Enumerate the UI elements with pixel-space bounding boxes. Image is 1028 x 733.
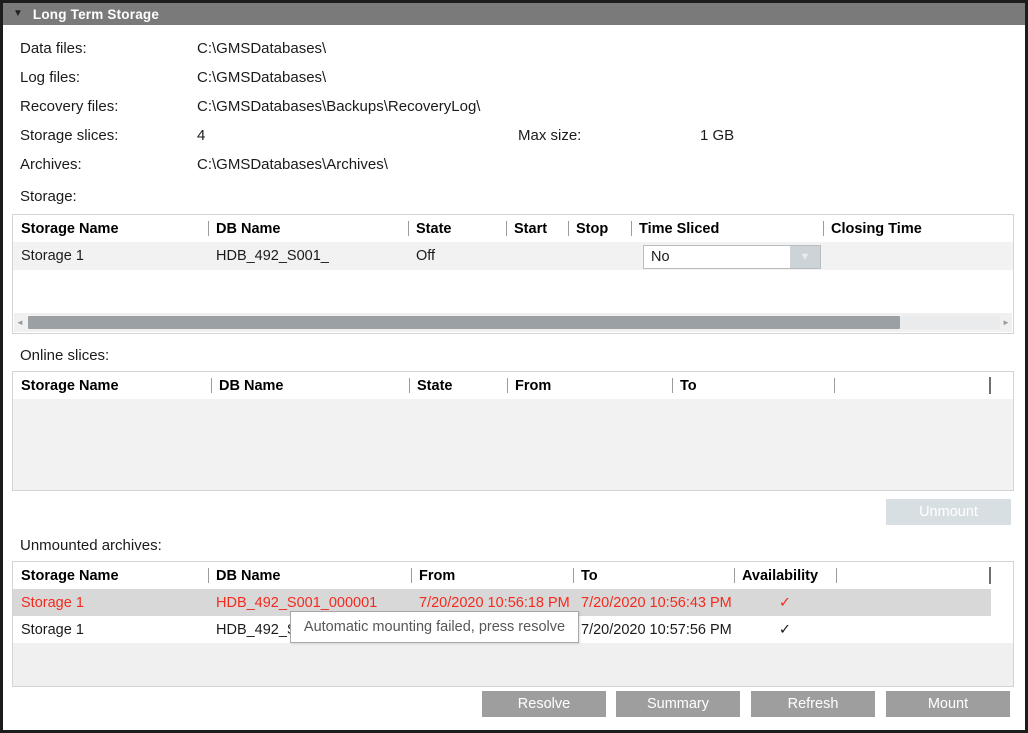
resolve-button[interactable]: Resolve xyxy=(482,691,606,717)
storage-table: Storage Name DB Name State Start Stop Ti… xyxy=(12,214,1014,334)
col-header-db-name[interactable]: DB Name xyxy=(208,215,408,242)
time-sliced-selected-value: No xyxy=(644,246,790,268)
cell-db-name: HDB_492_S001_000001 xyxy=(208,595,411,611)
cell-storage-name: Storage 1 xyxy=(13,622,208,638)
unmounted-archives-label: Unmounted archives: xyxy=(20,537,162,554)
cell-db-name: HDB_492_S001_ xyxy=(208,248,408,264)
mount-button[interactable]: Mount xyxy=(886,691,1010,717)
scroll-right-icon[interactable]: ► xyxy=(1000,319,1012,327)
data-files-label: Data files: xyxy=(20,40,87,57)
col-header-db-name[interactable]: DB Name xyxy=(208,562,411,589)
archives-label: Archives: xyxy=(20,156,82,173)
archives-value: C:\GMSDatabases\Archives\ xyxy=(197,156,388,173)
col-header-storage-name[interactable]: Storage Name xyxy=(13,562,208,589)
horizontal-scrollbar[interactable]: ◄ ► xyxy=(14,313,1012,332)
cell-storage-name: Storage 1 xyxy=(13,595,208,611)
cell-from: 7/20/2020 10:56:18 PM xyxy=(411,595,573,611)
col-header-from[interactable]: From xyxy=(507,372,672,399)
col-header-extra[interactable] xyxy=(834,372,991,399)
col-header-state[interactable]: State xyxy=(409,372,507,399)
availability-check-icon: ✓ xyxy=(734,622,836,638)
data-files-value: C:\GMSDatabases\ xyxy=(197,40,326,57)
online-table-header: Storage Name DB Name State From To xyxy=(13,372,1013,399)
panel-title: Long Term Storage xyxy=(33,7,159,22)
scrollbar-track[interactable] xyxy=(900,316,1000,329)
storage-slices-label: Storage slices: xyxy=(20,127,118,144)
chevron-down-icon: ▼ xyxy=(800,252,811,263)
col-header-closing-time[interactable]: Closing Time xyxy=(823,215,1014,242)
cell-state: Off xyxy=(408,248,506,264)
col-header-start[interactable]: Start xyxy=(506,215,568,242)
col-header-stop[interactable]: Stop xyxy=(568,215,631,242)
online-slices-table: Storage Name DB Name State From To xyxy=(12,371,1014,491)
cell-to: 7/20/2020 10:56:43 PM xyxy=(573,595,734,611)
col-header-to[interactable]: To xyxy=(573,562,734,589)
col-header-extra[interactable] xyxy=(836,562,991,589)
long-term-storage-panel: ▼ Long Term Storage Data files: C:\GMSDa… xyxy=(0,0,1028,733)
storage-slices-value: 4 xyxy=(197,127,205,144)
max-size-label: Max size: xyxy=(518,127,581,144)
log-files-value: C:\GMSDatabases\ xyxy=(197,69,326,86)
col-header-state[interactable]: State xyxy=(408,215,506,242)
col-header-storage-name[interactable]: Storage Name xyxy=(13,215,208,242)
online-table-empty-body xyxy=(13,399,1013,490)
unmount-button[interactable]: Unmount xyxy=(886,499,1011,525)
cell-storage-name: Storage 1 xyxy=(13,248,208,264)
availability-check-icon: ✓ xyxy=(734,595,836,611)
log-files-label: Log files: xyxy=(20,69,80,86)
panel-header[interactable]: ▼ Long Term Storage xyxy=(3,3,1025,25)
storage-table-row[interactable]: Storage 1 HDB_492_S001_ Off xyxy=(13,242,1013,270)
col-header-db-name[interactable]: DB Name xyxy=(211,372,409,399)
recovery-files-label: Recovery files: xyxy=(20,98,118,115)
archives-table-header: Storage Name DB Name From To Availabilit… xyxy=(13,562,1013,589)
scroll-left-icon[interactable]: ◄ xyxy=(14,319,26,327)
col-header-to[interactable]: To xyxy=(672,372,834,399)
storage-section-label: Storage: xyxy=(20,188,77,205)
collapse-icon[interactable]: ▼ xyxy=(13,9,23,19)
col-header-storage-name[interactable]: Storage Name xyxy=(13,372,211,399)
refresh-button[interactable]: Refresh xyxy=(751,691,875,717)
max-size-value: 1 GB xyxy=(700,127,734,144)
tooltip: Automatic mounting failed, press resolve xyxy=(290,611,579,643)
recovery-files-value: C:\GMSDatabases\Backups\RecoveryLog\ xyxy=(197,98,480,115)
cell-to: 7/20/2020 10:57:56 PM xyxy=(573,622,734,638)
storage-table-header: Storage Name DB Name State Start Stop Ti… xyxy=(13,215,1013,242)
scrollbar-thumb[interactable] xyxy=(28,316,900,329)
col-header-time-sliced[interactable]: Time Sliced xyxy=(631,215,823,242)
archives-table-empty-area xyxy=(13,643,1013,686)
time-sliced-dropdown[interactable]: No ▼ xyxy=(643,245,821,269)
dropdown-button[interactable]: ▼ xyxy=(790,246,820,268)
col-header-from[interactable]: From xyxy=(411,562,573,589)
col-header-availability[interactable]: Availability xyxy=(734,562,836,589)
online-slices-label: Online slices: xyxy=(20,347,109,364)
summary-button[interactable]: Summary xyxy=(616,691,740,717)
